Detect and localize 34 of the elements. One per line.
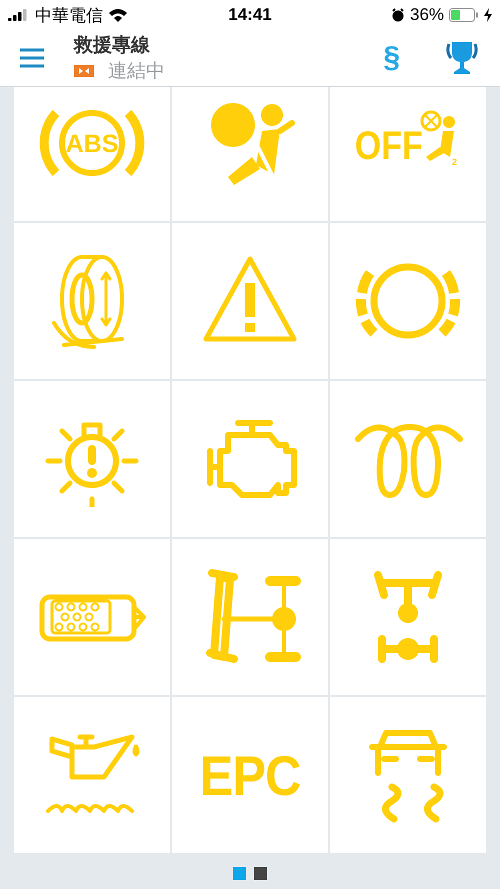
status-time: 14:41 bbox=[228, 5, 272, 25]
warning-light-tile[interactable] bbox=[172, 223, 328, 379]
charging-icon bbox=[484, 8, 492, 22]
connection-status: 連結中 bbox=[108, 60, 165, 84]
warning-light-tile[interactable] bbox=[14, 697, 170, 853]
icon-label: OFF bbox=[354, 122, 423, 168]
brake-ring-icon bbox=[40, 110, 144, 176]
warning-light-tile[interactable] bbox=[172, 539, 328, 695]
warning-light-tile[interactable] bbox=[330, 539, 486, 695]
alarm-icon bbox=[390, 8, 405, 22]
warning-light-tile[interactable] bbox=[330, 381, 486, 537]
warning-light-tile[interactable] bbox=[330, 223, 486, 379]
battery-percent: 36% bbox=[410, 5, 444, 25]
icon-label: ABS bbox=[66, 130, 118, 158]
icon-label: EPC bbox=[200, 742, 300, 808]
warning-light-tile[interactable] bbox=[330, 697, 486, 853]
battery-icon bbox=[449, 8, 480, 22]
app-title: 救援專線 bbox=[74, 34, 151, 58]
warning-light-tile[interactable] bbox=[14, 539, 170, 695]
subscript-label: 2 bbox=[452, 157, 458, 167]
warning-light-tile[interactable] bbox=[14, 381, 170, 537]
carrier-name: 中華電信 bbox=[35, 4, 103, 26]
warning-light-tile[interactable]: EPC bbox=[172, 697, 328, 853]
warning-light-tile[interactable] bbox=[172, 87, 328, 221]
section-button[interactable]: § bbox=[383, 41, 400, 75]
page-indicator[interactable] bbox=[254, 866, 267, 880]
warning-light-tile[interactable] bbox=[172, 381, 328, 537]
menu-icon[interactable] bbox=[20, 48, 46, 68]
trophy-icon[interactable] bbox=[444, 40, 480, 76]
warning-light-tile[interactable]: OFF 2 bbox=[330, 87, 486, 221]
warning-light-tile[interactable]: ABS bbox=[14, 87, 170, 221]
wifi-icon bbox=[108, 8, 128, 22]
flag-icon bbox=[74, 65, 94, 77]
warning-light-tile[interactable] bbox=[14, 223, 170, 379]
